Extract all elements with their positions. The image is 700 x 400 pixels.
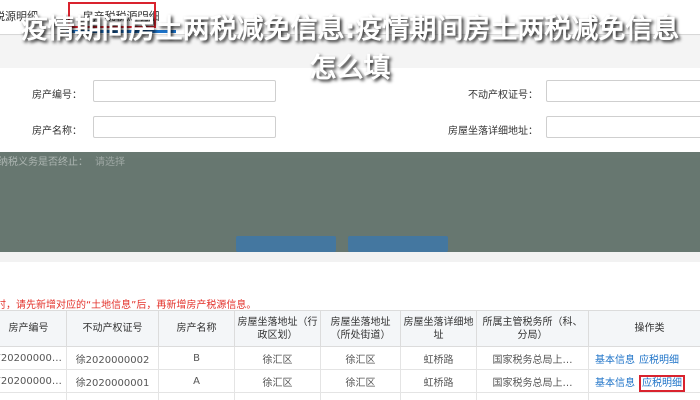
cell-operations: 基本信息 应税明细 bbox=[588, 346, 700, 370]
reset-button[interactable] bbox=[348, 236, 448, 252]
cell-operations bbox=[588, 392, 700, 400]
col-header-cert-no: 不动产权证号 bbox=[66, 310, 159, 347]
cell-property-no bbox=[0, 392, 67, 400]
col-header-street: 房屋坐落地址（所处街道） bbox=[320, 310, 401, 347]
taxable-detail-link-highlighted[interactable]: 应税明细 bbox=[639, 374, 685, 392]
cell-district bbox=[234, 392, 321, 400]
cell-district: 徐汇区 bbox=[234, 346, 321, 370]
tax-obligation-label: 纳税义务是否终止： bbox=[0, 157, 88, 168]
cell-street bbox=[320, 392, 401, 400]
table-row: F20200000… 徐2020000002 B 徐汇区 徐汇区 虹桥路 国家税… bbox=[0, 346, 700, 370]
table-header-row: 房产编号 不动产权证号 房产名称 房屋坐落地址（行政区划） 房屋坐落地址（所处街… bbox=[0, 310, 700, 347]
col-header-tax-office: 所属主管税务所（科、分局） bbox=[476, 310, 589, 347]
cell-property-name bbox=[158, 392, 235, 400]
cert-no-label: 不动产权证号： bbox=[468, 90, 538, 101]
property-tax-table: 房产编号 不动产权证号 房产名称 房屋坐落地址（行政区划） 房屋坐落地址（所处街… bbox=[0, 310, 700, 400]
property-no-label: 房产编号： bbox=[32, 90, 82, 101]
basic-info-link[interactable]: 基本信息 bbox=[595, 355, 635, 366]
cell-tax-office bbox=[476, 392, 589, 400]
address-label: 房屋坐落详细地址： bbox=[448, 126, 538, 137]
property-name-label: 房产名称： bbox=[32, 126, 82, 137]
cell-district: 徐汇区 bbox=[234, 369, 321, 393]
col-header-property-no: 房产编号 bbox=[0, 310, 67, 347]
col-header-operations: 操作类 bbox=[588, 310, 700, 347]
cell-street: 徐汇区 bbox=[320, 369, 401, 393]
taxable-detail-link[interactable]: 应税明细 bbox=[639, 355, 679, 366]
basic-info-link[interactable]: 基本信息 bbox=[595, 378, 635, 389]
col-header-property-name: 房产名称 bbox=[158, 310, 235, 347]
cell-cert-no: 徐2020000001 bbox=[66, 369, 159, 393]
property-name-input[interactable] bbox=[93, 116, 276, 138]
cell-tax-office: 国家税务总局上… bbox=[476, 369, 589, 393]
cell-address bbox=[400, 392, 477, 400]
query-button[interactable] bbox=[236, 236, 336, 252]
notice-text: 时，请先新增对应的“土地信息”后，再新增房产税源信息。 bbox=[0, 300, 257, 311]
cell-street: 徐汇区 bbox=[320, 346, 401, 370]
cell-property-name: A bbox=[158, 369, 235, 393]
cell-tax-office: 国家税务总局上… bbox=[476, 346, 589, 370]
cell-property-no: F20200000… bbox=[0, 346, 67, 370]
cell-cert-no bbox=[66, 392, 159, 400]
table-row bbox=[0, 392, 700, 400]
cell-address: 虹桥路 bbox=[400, 346, 477, 370]
overlay-title: 疫情期间房土两税减免信息:疫情期间房土两税减免信息怎么填 bbox=[20, 14, 680, 84]
cell-cert-no: 徐2020000002 bbox=[66, 346, 159, 370]
tax-obligation-select[interactable]: 请选择 bbox=[95, 153, 125, 168]
table-row: F20200000… 徐2020000001 A 徐汇区 徐汇区 虹桥路 国家税… bbox=[0, 369, 700, 393]
cell-address: 虹桥路 bbox=[400, 369, 477, 393]
faded-form-row: 纳税义务是否终止： 请选择 bbox=[0, 152, 700, 168]
col-header-district: 房屋坐落地址（行政区划） bbox=[234, 310, 321, 347]
address-input[interactable] bbox=[546, 116, 700, 138]
cell-property-name: B bbox=[158, 346, 235, 370]
cell-operations: 基本信息 应税明细 bbox=[588, 369, 700, 393]
col-header-address: 房屋坐落详细地址 bbox=[400, 310, 477, 347]
cell-property-no: F20200000… bbox=[0, 369, 67, 393]
